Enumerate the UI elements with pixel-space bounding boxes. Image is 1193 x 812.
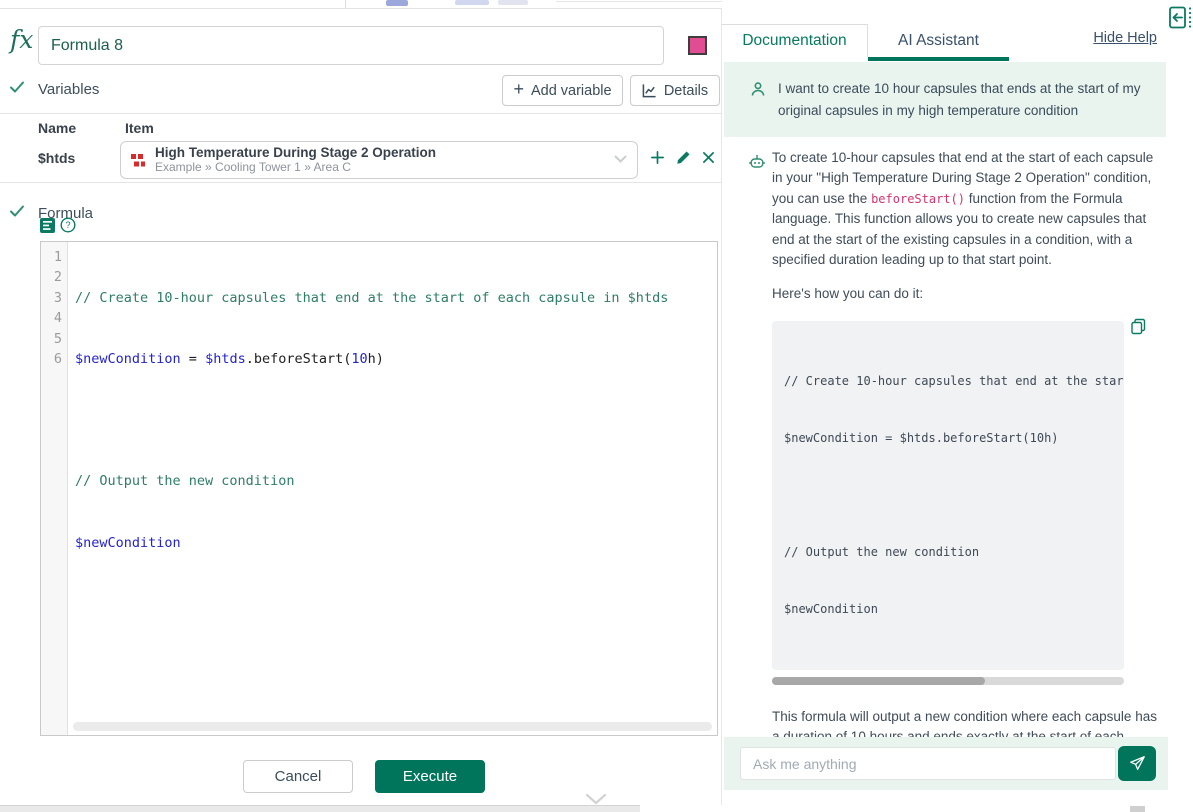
add-variable-label: Add variable (531, 83, 612, 99)
table-divider (0, 182, 722, 183)
user-chat-message: I want to create 10 hour capsules that e… (724, 62, 1166, 137)
background-page-fragment (0, 805, 640, 812)
assistant-code-block: // Create 10-hour capsules that end at t… (772, 321, 1124, 670)
send-plane-icon (1129, 755, 1146, 772)
formula-valid-check-icon (9, 203, 25, 224)
cancel-button[interactable]: Cancel (243, 760, 353, 793)
condition-icon (131, 153, 146, 168)
code-block-scrollbar-thumb[interactable] (772, 677, 985, 685)
formula-name-input[interactable] (38, 26, 664, 65)
variables-section-label: Variables (38, 81, 99, 98)
editor-horizontal-scrollbar[interactable] (73, 722, 712, 731)
chevron-down-icon (614, 151, 627, 169)
color-swatch[interactable] (688, 36, 707, 55)
item-title: High Temperature During Stage 2 Operatio… (155, 145, 608, 161)
bot-icon (748, 153, 766, 176)
details-button[interactable]: Details (630, 75, 720, 106)
assistant-paragraph-1: To create 10-hour capsules that end at t… (772, 148, 1164, 270)
background-page-fragment (345, 0, 346, 8)
details-chart-icon (642, 83, 657, 98)
formula-code-editor[interactable]: 1 2 3 4 5 6 // Create 10-hour capsules t… (40, 241, 718, 736)
background-page-fragment (455, 0, 489, 5)
item-path: Example » Cooling Tower 1 » Area C (155, 161, 608, 175)
formula-dialog: fx Variables + Add variable Details Name… (0, 8, 722, 805)
fx-icon: fx (10, 25, 33, 54)
execute-button[interactable]: Execute (375, 760, 485, 793)
user-message-text: I want to create 10 hour capsules that e… (778, 78, 1148, 121)
background-page-fragment (556, 1, 736, 2)
svg-text:?: ? (65, 220, 70, 230)
background-page-fragment (386, 0, 408, 6)
background-page-fragment (1130, 806, 1145, 812)
inline-code: beforeStart() (871, 192, 965, 206)
add-variable-button[interactable]: + Add variable (502, 75, 623, 106)
help-panel: Documentation AI Assistant Hide Help I w… (722, 0, 1193, 805)
add-item-icon[interactable] (650, 150, 665, 165)
table-divider (0, 113, 722, 114)
variable-item-select[interactable]: High Temperature During Stage 2 Operatio… (120, 141, 638, 179)
user-icon (750, 81, 766, 121)
formula-list-icon[interactable] (40, 218, 55, 233)
ask-input-bar (724, 737, 1168, 790)
code-lines: // Create 10-hour capsules that end at t… (68, 242, 717, 735)
details-label: Details (664, 83, 708, 99)
assistant-chat-message: To create 10-hour capsules that end at t… (748, 148, 1172, 788)
background-page-fragment (498, 0, 528, 5)
variable-name: $htds (38, 150, 75, 166)
assistant-paragraph-2: Here's how you can do it: (772, 284, 1164, 304)
name-column-header: Name (38, 120, 76, 136)
line-number-gutter: 1 2 3 4 5 6 (41, 242, 68, 735)
hide-help-link[interactable]: Hide Help (1093, 30, 1157, 46)
send-button[interactable] (1118, 746, 1156, 781)
tab-documentation[interactable]: Documentation (722, 24, 868, 57)
remove-x-icon[interactable] (702, 151, 715, 164)
edit-pencil-icon[interactable] (676, 150, 691, 165)
ask-input[interactable] (740, 747, 1116, 780)
copy-icon[interactable] (1130, 318, 1147, 341)
tab-ai-assistant[interactable]: AI Assistant (868, 24, 1009, 61)
item-column-header: Item (125, 120, 154, 136)
plus-icon: + (513, 79, 524, 100)
help-circle-icon[interactable]: ? (60, 217, 76, 233)
variables-valid-check-icon (9, 79, 25, 100)
code-block-scrollbar-track (772, 677, 1124, 685)
